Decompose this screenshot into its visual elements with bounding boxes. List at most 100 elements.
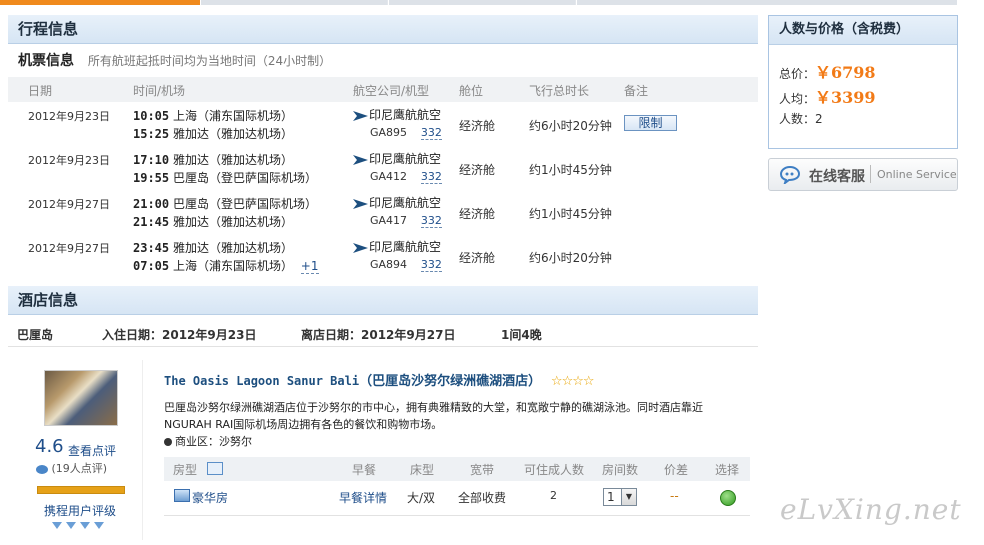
cabin-class: 经济舱 bbox=[459, 251, 496, 265]
airline: 印尼鹰航航空 bbox=[353, 106, 441, 123]
col-cabin: 舱位 bbox=[459, 84, 484, 98]
airline-name: 印尼鹰航航空 bbox=[369, 108, 442, 122]
diamond-icon bbox=[52, 522, 62, 529]
dep-airport: 雅加达（雅加达机场） bbox=[172, 241, 293, 255]
itinerary-section-header: 行程信息 bbox=[8, 15, 758, 44]
per-person-price: ￥3399 bbox=[815, 88, 876, 107]
itinerary-section-title: 行程信息 bbox=[18, 20, 79, 38]
total-price-row: 总价：￥6798 bbox=[779, 59, 876, 83]
col-adults: 可住成人数 bbox=[524, 463, 585, 477]
hotel-photo[interactable] bbox=[44, 370, 118, 426]
user-rating-caption[interactable]: 携程用户评级 bbox=[44, 502, 116, 519]
people-label: 人数： bbox=[779, 112, 816, 126]
room-info-icon[interactable] bbox=[207, 462, 223, 475]
hotel-section-header: 酒店信息 bbox=[8, 286, 758, 315]
flight-row: 2012年9月27日 23:45 雅加达（雅加达机场） 07:05 上海（浦东国… bbox=[8, 236, 758, 280]
col-room-type: 房型 bbox=[173, 463, 198, 477]
hotel-description: 巴厘岛沙努尔绿洲礁湖酒店位于沙努尔的市中心，拥有典雅精致的大堂，和宽敞宁静的礁湖… bbox=[164, 401, 703, 431]
airline-name: 印尼鹰航航空 bbox=[369, 152, 442, 166]
ticket-title: 机票信息 bbox=[18, 53, 74, 69]
diamond-icon bbox=[94, 522, 104, 529]
airline-logo-icon bbox=[353, 198, 368, 209]
flight-number-row: GA412 332 bbox=[370, 169, 442, 184]
room-name-link[interactable]: 豪华房 bbox=[192, 489, 228, 506]
flight-duration: 约1小时45分钟 bbox=[529, 207, 612, 221]
ticket-note: 所有航班起抵时间均为当地时间（24小时制） bbox=[87, 54, 332, 68]
online-service-en: Online Service bbox=[877, 168, 957, 181]
checkin-date: 入住日期：2012年9月23日 bbox=[102, 328, 257, 342]
review-count-row: (19人点评) bbox=[36, 460, 107, 476]
arr-airport: 雅加达（雅加达机场） bbox=[172, 215, 293, 229]
per-person-row: 人均：￥3399 bbox=[779, 84, 876, 108]
arr-time: 19:55 bbox=[133, 171, 170, 185]
service-divider bbox=[870, 165, 871, 183]
restriction-button[interactable]: 限制 bbox=[624, 115, 677, 131]
plane-type-link[interactable]: 332 bbox=[420, 170, 442, 184]
next-day-indicator[interactable]: +1 bbox=[300, 259, 319, 274]
price-panel-title: 人数与价格（含税费） bbox=[769, 16, 957, 45]
flight-number-row: GA417 332 bbox=[370, 213, 442, 228]
progress-step bbox=[200, 0, 387, 5]
adults-count: 2 bbox=[550, 489, 557, 502]
hotel-district-row: 商业区：沙努尔 bbox=[164, 433, 252, 450]
chat-bubble-icon bbox=[779, 165, 801, 184]
total-price: ￥6798 bbox=[815, 63, 876, 82]
plane-type-link[interactable]: 332 bbox=[420, 126, 442, 140]
chevron-down-icon[interactable]: ▼ bbox=[621, 489, 636, 505]
airline: 印尼鹰航航空 bbox=[353, 238, 441, 255]
view-reviews-link[interactable]: 查看点评 bbox=[68, 442, 116, 459]
airline: 印尼鹰航航空 bbox=[353, 150, 441, 167]
flight-row: 2012年9月27日 21:00 巴厘岛（登巴萨国际机场） 21:45 雅加达（… bbox=[8, 192, 758, 236]
online-service-button[interactable]: 在线客服 Online Service bbox=[768, 158, 958, 191]
dep-airport: 巴厘岛（登巴萨国际机场） bbox=[172, 197, 317, 211]
diamond-icon bbox=[66, 522, 76, 529]
flight-date: 2012年9月23日 bbox=[28, 154, 110, 167]
progress-step-active bbox=[0, 0, 200, 5]
breakfast-details-link[interactable]: 早餐详情 bbox=[339, 489, 387, 506]
dep-airport: 雅加达（雅加达机场） bbox=[172, 153, 293, 167]
rating-diamonds bbox=[52, 518, 108, 532]
plane-type-link[interactable]: 332 bbox=[420, 214, 442, 228]
flight-number: GA417 bbox=[370, 214, 408, 227]
flight-number: GA894 bbox=[370, 258, 408, 271]
hotel-name-en[interactable]: The Oasis Lagoon Sanur Bali bbox=[164, 374, 359, 388]
hotel-left-column: 4.6 查看点评 (19人点评) 携程用户评级 bbox=[22, 360, 143, 540]
cabin-class: 经济舱 bbox=[459, 163, 496, 177]
people-count: 2 bbox=[815, 112, 823, 126]
arr-time: 21:45 bbox=[133, 215, 170, 229]
hotel-summary-row: 巴厘岛 入住日期：2012年9月23日 离店日期：2012年9月27日 1间4晚 bbox=[8, 318, 758, 347]
room-row: 豪华房 早餐详情 大/双 全部收费 2 1 ▼ -- bbox=[164, 483, 750, 516]
flight-arrival: 15:25 雅加达（雅加达机场） bbox=[133, 125, 293, 142]
review-count: (19人点评) bbox=[51, 462, 108, 475]
arr-time: 07:05 bbox=[133, 259, 170, 273]
col-broadband: 宽带 bbox=[470, 463, 495, 477]
flight-date: 2012年9月27日 bbox=[28, 198, 110, 211]
airline-logo-icon bbox=[353, 110, 368, 121]
hotel-score: 4.6 bbox=[35, 436, 64, 457]
price-diff: -- bbox=[670, 489, 679, 503]
flight-departure: 21:00 巴厘岛（登巴萨国际机场） bbox=[133, 195, 317, 212]
room-count-select[interactable]: 1 ▼ bbox=[603, 488, 637, 506]
people-row: 人数：2 bbox=[779, 110, 823, 127]
price-panel: 人数与价格（含税费） 总价：￥6798 人均：￥3399 人数：2 bbox=[768, 15, 958, 149]
col-breakfast: 早餐 bbox=[352, 463, 377, 477]
room-photo-icon[interactable] bbox=[174, 489, 190, 502]
airline: 印尼鹰航航空 bbox=[353, 194, 441, 211]
arr-airport: 巴厘岛（登巴萨国际机场） bbox=[172, 171, 317, 185]
plane-type-link[interactable]: 332 bbox=[420, 258, 442, 272]
hotel-stars: ☆☆☆☆ bbox=[550, 374, 595, 389]
flight-arrival: 07:05 上海（浦东国际机场） +1 bbox=[133, 257, 319, 274]
broadband: 全部收费 bbox=[458, 491, 507, 505]
flight-duration: 约1小时45分钟 bbox=[529, 163, 612, 177]
flight-departure: 10:05 上海（浦东国际机场） bbox=[133, 107, 293, 124]
select-check-icon[interactable] bbox=[720, 490, 736, 506]
col-rooms: 房间数 bbox=[602, 463, 639, 477]
flight-departure: 17:10 雅加达（雅加达机场） bbox=[133, 151, 293, 168]
hotel-name-cn[interactable]: （巴厘岛沙努尔绿洲礁湖酒店） bbox=[359, 374, 541, 389]
dep-airport: 上海（浦东国际机场） bbox=[172, 109, 293, 123]
flight-duration: 约6小时20分钟 bbox=[529, 251, 612, 265]
dep-time: 23:45 bbox=[133, 241, 170, 255]
room-table-header bbox=[164, 457, 750, 481]
flight-number: GA412 bbox=[370, 170, 408, 183]
flight-date: 2012年9月27日 bbox=[28, 242, 110, 255]
